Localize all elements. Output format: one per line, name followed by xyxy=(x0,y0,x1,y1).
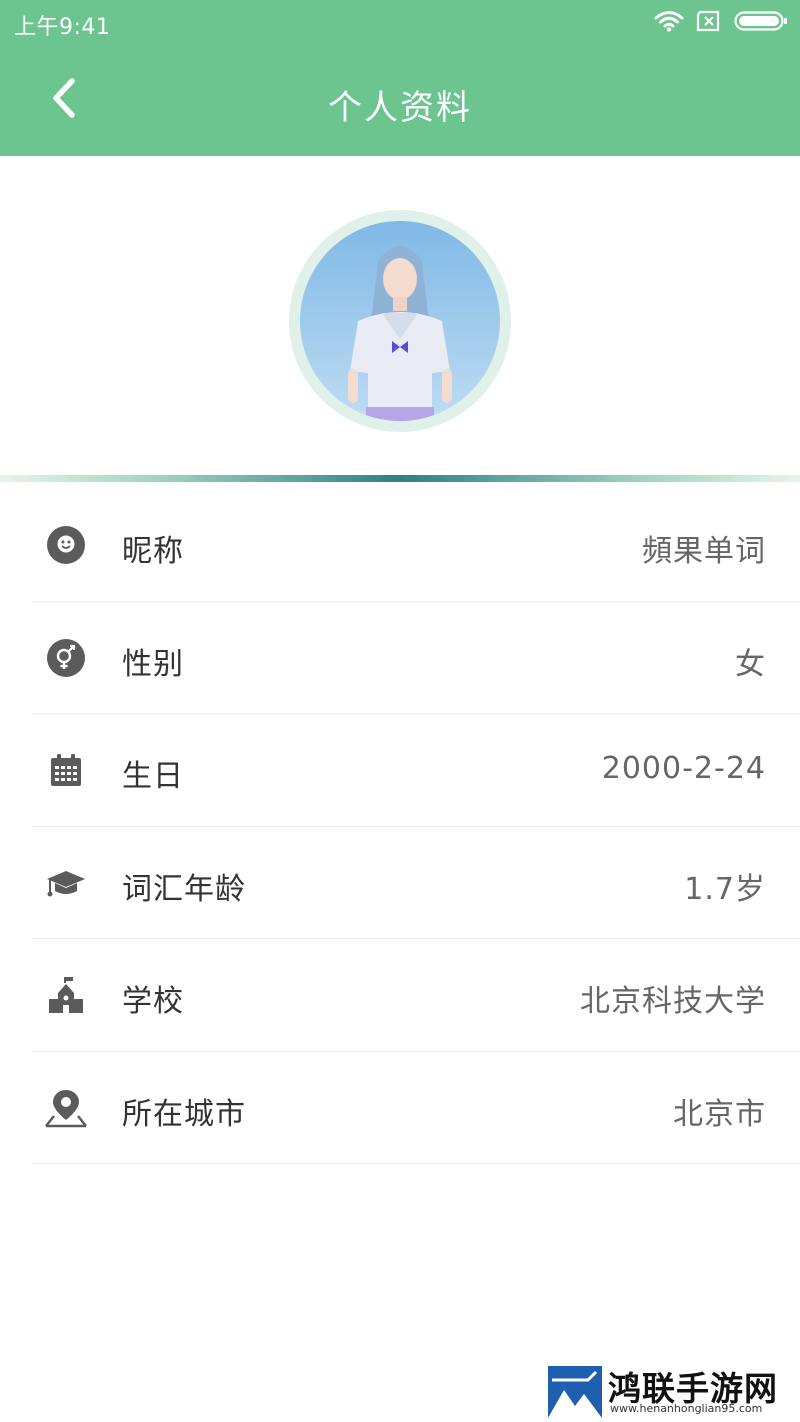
watermark-logo xyxy=(548,1366,602,1418)
field-row-gender[interactable]: 性别 女 xyxy=(0,602,800,715)
gender-icon xyxy=(44,636,88,680)
battery-icon xyxy=(734,10,788,36)
field-value: 2000-2-24 xyxy=(601,751,766,786)
field-row-birthday[interactable]: 生日 2000-2-24 xyxy=(0,714,800,827)
avatar-photo xyxy=(300,221,500,421)
profile-screen: 上午9:41 个人资料 昵称 頻果单词 性别 女 生日 2000-2-24 词汇… xyxy=(0,0,800,1422)
field-value: 女 xyxy=(735,646,766,682)
page-title: 个人资料 xyxy=(328,88,472,128)
field-row-city[interactable]: 所在城市 北京市 xyxy=(0,1052,800,1165)
app-bar: 个人资料 xyxy=(0,46,800,156)
field-label: 生日 xyxy=(122,759,184,794)
school-icon xyxy=(44,973,88,1017)
status-time: 上午9:41 xyxy=(14,15,111,40)
field-value: 頻果单词 xyxy=(642,534,766,569)
section-divider xyxy=(0,475,800,482)
field-row-nickname[interactable]: 昵称 頻果单词 xyxy=(0,489,800,602)
status-icons xyxy=(654,10,788,36)
field-row-school[interactable]: 学校 北京科技大学 xyxy=(0,939,800,1052)
watermark-url: www.henanhonglian95.com xyxy=(610,1402,763,1415)
avatar[interactable] xyxy=(289,210,511,432)
wifi-icon xyxy=(654,10,684,36)
field-label: 性别 xyxy=(122,646,184,682)
field-label: 词汇年龄 xyxy=(122,871,246,907)
profile-field-list: 昵称 頻果单词 性别 女 生日 2000-2-24 词汇年龄 1.7岁 学校 北… xyxy=(0,489,800,1164)
graduation-cap-icon xyxy=(44,861,88,905)
field-value: 1.7岁 xyxy=(684,871,766,907)
calendar-icon xyxy=(44,748,88,792)
smiley-icon xyxy=(44,523,88,567)
field-label: 学校 xyxy=(122,984,184,1019)
field-value: 北京科技大学 xyxy=(580,984,766,1019)
field-row-vocab-age[interactable]: 词汇年龄 1.7岁 xyxy=(0,827,800,940)
status-bar: 上午9:41 xyxy=(0,0,800,46)
watermark: 鸿联手游网 www.henanhonglian95.com xyxy=(548,1362,790,1418)
location-pin-icon xyxy=(44,1086,88,1130)
field-label: 昵称 xyxy=(122,534,184,569)
field-value: 北京市 xyxy=(673,1096,766,1132)
sim-error-icon xyxy=(696,10,722,36)
field-label: 所在城市 xyxy=(122,1096,246,1132)
